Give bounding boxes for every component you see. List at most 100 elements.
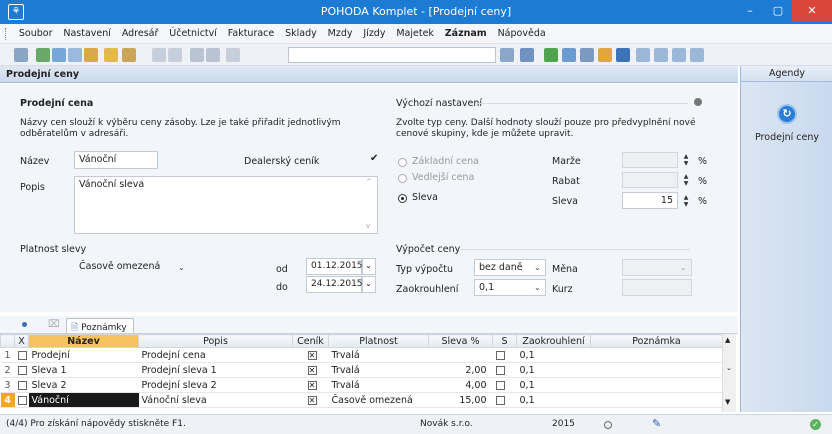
menu-fakturace[interactable]: Fakturace bbox=[228, 24, 274, 44]
table-row-selected[interactable]: 4 Vánoční Vánoční sleva ✕ Časově omezená… bbox=[0, 392, 723, 408]
agenda-item-label[interactable]: Prodejní ceny bbox=[741, 132, 832, 143]
copy-icon[interactable] bbox=[84, 48, 98, 62]
from-date-dropdown[interactable]: ⌄ bbox=[362, 258, 376, 275]
col-pricelist[interactable]: Ceník bbox=[292, 334, 329, 348]
menu-napoveda[interactable]: Nápověda bbox=[498, 24, 546, 44]
desc-textarea[interactable]: Vánoční sleva bbox=[74, 176, 378, 234]
validity-select[interactable]: Časově omezená bbox=[74, 258, 192, 276]
new-icon[interactable] bbox=[36, 48, 50, 62]
cell-pricelist[interactable]: ✕ bbox=[292, 362, 329, 378]
agenda-icon[interactable] bbox=[14, 48, 28, 62]
row-check[interactable] bbox=[14, 362, 29, 378]
cell-s[interactable] bbox=[492, 347, 517, 363]
chevron-down-icon[interactable]: ⌄ bbox=[178, 263, 185, 272]
menu-soubor[interactable]: Soubor bbox=[19, 24, 53, 44]
monitor-icon[interactable] bbox=[654, 48, 668, 62]
checkbox[interactable] bbox=[17, 365, 27, 375]
table-icon[interactable] bbox=[226, 48, 240, 62]
row-check[interactable] bbox=[14, 392, 29, 408]
cell-s[interactable] bbox=[492, 377, 517, 393]
menu-adresar[interactable]: Adresář bbox=[122, 24, 159, 44]
checkbox[interactable] bbox=[17, 395, 27, 405]
table-row[interactable]: 3 Sleva 2 Prodejní sleva 2 ✕ Trvalá 4,00… bbox=[0, 377, 723, 393]
discount-spinner[interactable]: ▲ ▼ bbox=[680, 194, 692, 208]
chevron-down-icon[interactable]: ⌄ bbox=[534, 283, 541, 292]
cell-pricelist[interactable]: ✕ bbox=[292, 377, 329, 393]
from-date-field[interactable]: 01.12.2015 bbox=[306, 258, 363, 275]
print-icon[interactable] bbox=[520, 48, 534, 62]
scroll-up-icon[interactable]: ▲ bbox=[725, 336, 730, 344]
company-name[interactable]: Novák s.r.o. bbox=[420, 419, 473, 429]
secondary-price-radio[interactable] bbox=[398, 174, 407, 183]
name-field[interactable]: Vánoční bbox=[74, 151, 158, 169]
basic-price-radio[interactable] bbox=[398, 158, 407, 167]
checkbox[interactable] bbox=[17, 350, 27, 360]
accounting-year[interactable]: 2015 bbox=[552, 419, 575, 429]
menu-mzdy[interactable]: Mzdy bbox=[328, 24, 353, 44]
menu-ucetnictvi[interactable]: Účetnictví bbox=[169, 24, 217, 44]
discount-radio[interactable] bbox=[398, 194, 407, 203]
cancel-icon[interactable] bbox=[206, 48, 220, 62]
checkbox[interactable] bbox=[495, 365, 505, 375]
calendar-icon[interactable] bbox=[562, 48, 576, 62]
dealer-checkbox[interactable]: ✔ bbox=[370, 154, 380, 164]
menu-majetek[interactable]: Majetek bbox=[396, 24, 434, 44]
cell-s[interactable] bbox=[492, 362, 517, 378]
col-x[interactable]: X bbox=[14, 334, 29, 348]
cell-name[interactable]: Vánoční bbox=[28, 392, 139, 408]
scroll-end-icon[interactable]: ▼ bbox=[725, 398, 730, 406]
ok-status-icon[interactable]: ✓ bbox=[810, 419, 821, 430]
row-check[interactable] bbox=[14, 377, 29, 393]
table-row[interactable]: 1 Prodejní Prodejní cena ✕ Trvalá 0,1 bbox=[0, 347, 723, 363]
table-row[interactable]: 2 Sleva 1 Prodejní sleva 1 ✕ Trvalá 2,00… bbox=[0, 362, 723, 378]
row-check[interactable] bbox=[14, 347, 29, 363]
menu-zaznam[interactable]: Záznam bbox=[445, 24, 487, 44]
checked-checkbox[interactable]: ✕ bbox=[307, 380, 317, 390]
preview-icon[interactable] bbox=[68, 48, 82, 62]
scroll-down-icon[interactable]: ⌄ bbox=[726, 364, 732, 372]
screen-icon[interactable] bbox=[672, 48, 686, 62]
checked-checkbox[interactable]: ✕ bbox=[307, 350, 317, 360]
cell-s[interactable] bbox=[492, 392, 517, 408]
settings-icon[interactable] bbox=[694, 98, 702, 106]
col-note[interactable]: Poznámka bbox=[590, 334, 723, 348]
to-date-field[interactable]: 24.12.2015 bbox=[306, 276, 363, 293]
price-agenda-icon[interactable]: ↻ bbox=[777, 104, 797, 124]
grid-scrollbar[interactable]: ▲ ⌄ ▼ bbox=[722, 334, 736, 412]
filter-icon[interactable]: ⌧ bbox=[48, 319, 60, 330]
calculator-icon[interactable] bbox=[580, 48, 594, 62]
col-description[interactable]: Popis bbox=[138, 334, 293, 348]
close-button[interactable]: ✕ bbox=[792, 0, 832, 22]
remove-icon[interactable] bbox=[168, 48, 182, 62]
menu-nastaveni[interactable]: Nastavení bbox=[63, 24, 111, 44]
pen-icon[interactable]: ✎ bbox=[652, 417, 661, 430]
chevron-down-icon[interactable]: ⌄ bbox=[534, 263, 541, 272]
help-icon[interactable] bbox=[690, 48, 704, 62]
checkbox[interactable] bbox=[495, 380, 505, 390]
checkbox[interactable] bbox=[495, 395, 505, 405]
checkbox[interactable] bbox=[17, 380, 27, 390]
folder-icon[interactable] bbox=[104, 48, 118, 62]
save-icon[interactable] bbox=[190, 48, 204, 62]
tab-notes[interactable]: 🗎 Poznámky bbox=[66, 318, 134, 333]
col-rounding[interactable]: Zaokrouhlení bbox=[516, 334, 591, 348]
margin-spinner[interactable]: ▲ ▼ bbox=[680, 153, 692, 167]
to-date-dropdown[interactable]: ⌄ bbox=[362, 276, 376, 293]
col-discount[interactable]: Sleva % bbox=[428, 334, 493, 348]
scroll-up-icon[interactable]: ^ bbox=[366, 178, 372, 186]
menu-sklady[interactable]: Sklady bbox=[285, 24, 317, 44]
col-validity[interactable]: Platnost bbox=[328, 334, 429, 348]
col-s[interactable]: S bbox=[492, 334, 517, 348]
discount-field[interactable]: 15 bbox=[622, 192, 678, 209]
bank-icon[interactable] bbox=[616, 48, 630, 62]
agendas-header[interactable]: Agendy bbox=[741, 66, 832, 82]
bullet-icon[interactable] bbox=[22, 322, 27, 327]
checked-checkbox[interactable]: ✕ bbox=[307, 395, 317, 405]
people-icon[interactable] bbox=[598, 48, 612, 62]
maximize-button[interactable]: ▢ bbox=[764, 0, 792, 22]
checkbox[interactable] bbox=[495, 350, 505, 360]
minimize-button[interactable]: – bbox=[736, 0, 764, 22]
tools-icon[interactable] bbox=[122, 48, 136, 62]
col-name[interactable]: Název bbox=[28, 334, 139, 348]
refresh-icon[interactable] bbox=[544, 48, 558, 62]
